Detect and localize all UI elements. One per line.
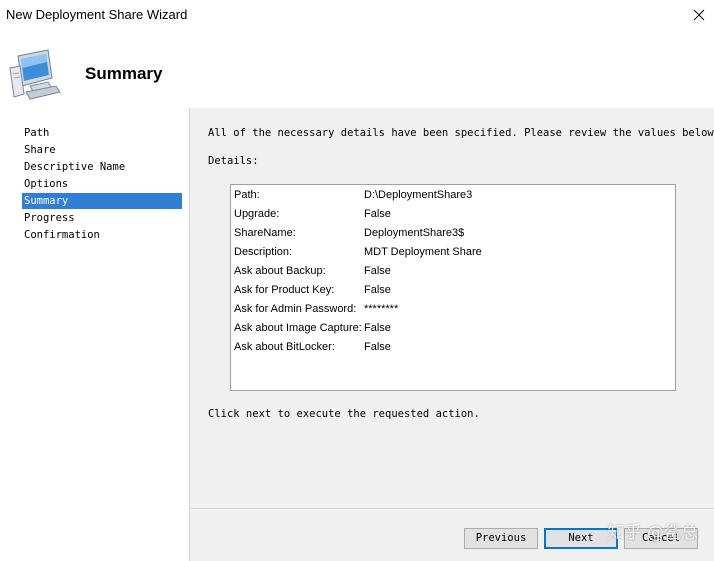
sidebar-item-options[interactable]: Options — [22, 176, 182, 192]
wizard-header: Summary — [0, 30, 714, 108]
wizard-step-list: Path Share Descriptive Name Options Summ… — [0, 108, 190, 561]
detail-value: False — [364, 322, 391, 334]
detail-key: Upgrade: — [234, 208, 280, 220]
next-hint-text: Click next to execute the requested acti… — [208, 408, 480, 420]
detail-value: MDT Deployment Share — [364, 246, 482, 258]
title-bar: New Deployment Share Wizard — [0, 0, 714, 30]
next-button[interactable]: Next — [544, 528, 618, 549]
intro-text: All of the necessary details have been s… — [208, 127, 714, 139]
previous-button[interactable]: Previous — [464, 528, 538, 549]
details-box[interactable]: Path: D:\DeploymentShare3 Upgrade: False… — [230, 184, 676, 391]
details-label: Details: — [208, 155, 259, 167]
detail-key: Ask about Image Capture: — [234, 322, 362, 334]
page-title: Summary — [85, 64, 163, 83]
detail-key: Description: — [234, 246, 293, 258]
sidebar-item-confirmation[interactable]: Confirmation — [22, 227, 182, 243]
sidebar-item-progress[interactable]: Progress — [22, 210, 182, 226]
detail-value: False — [364, 284, 391, 296]
close-icon — [693, 9, 705, 21]
detail-key: Ask about BitLocker: — [234, 341, 335, 353]
close-button[interactable] — [684, 0, 714, 30]
window-title: New Deployment Share Wizard — [6, 7, 188, 22]
wizard-content: All of the necessary details have been s… — [190, 108, 714, 508]
wizard-window: New Deployment Share Wizard Summary Path… — [0, 0, 714, 561]
sidebar-item-descriptive-name[interactable]: Descriptive Name — [22, 159, 182, 175]
detail-value: False — [364, 265, 391, 277]
detail-value: ******** — [364, 303, 399, 315]
detail-key: ShareName: — [234, 227, 296, 239]
detail-key: Ask for Admin Password: — [234, 303, 357, 315]
detail-value: False — [364, 341, 391, 353]
detail-key: Path: — [234, 189, 260, 201]
detail-value: DeploymentShare3$ — [364, 227, 465, 239]
sidebar-item-path[interactable]: Path — [22, 125, 182, 141]
detail-key: Ask for Product Key: — [234, 284, 335, 296]
wizard-footer: Previous Next Cancel — [190, 508, 714, 561]
detail-key: Ask about Backup: — [234, 265, 326, 277]
computer-icon — [9, 49, 61, 100]
sidebar-item-share[interactable]: Share — [22, 142, 182, 158]
detail-value: False — [364, 208, 391, 220]
sidebar-item-summary[interactable]: Summary — [22, 193, 182, 209]
detail-value: D:\DeploymentShare3 — [364, 189, 473, 201]
cancel-button[interactable]: Cancel — [624, 528, 698, 549]
